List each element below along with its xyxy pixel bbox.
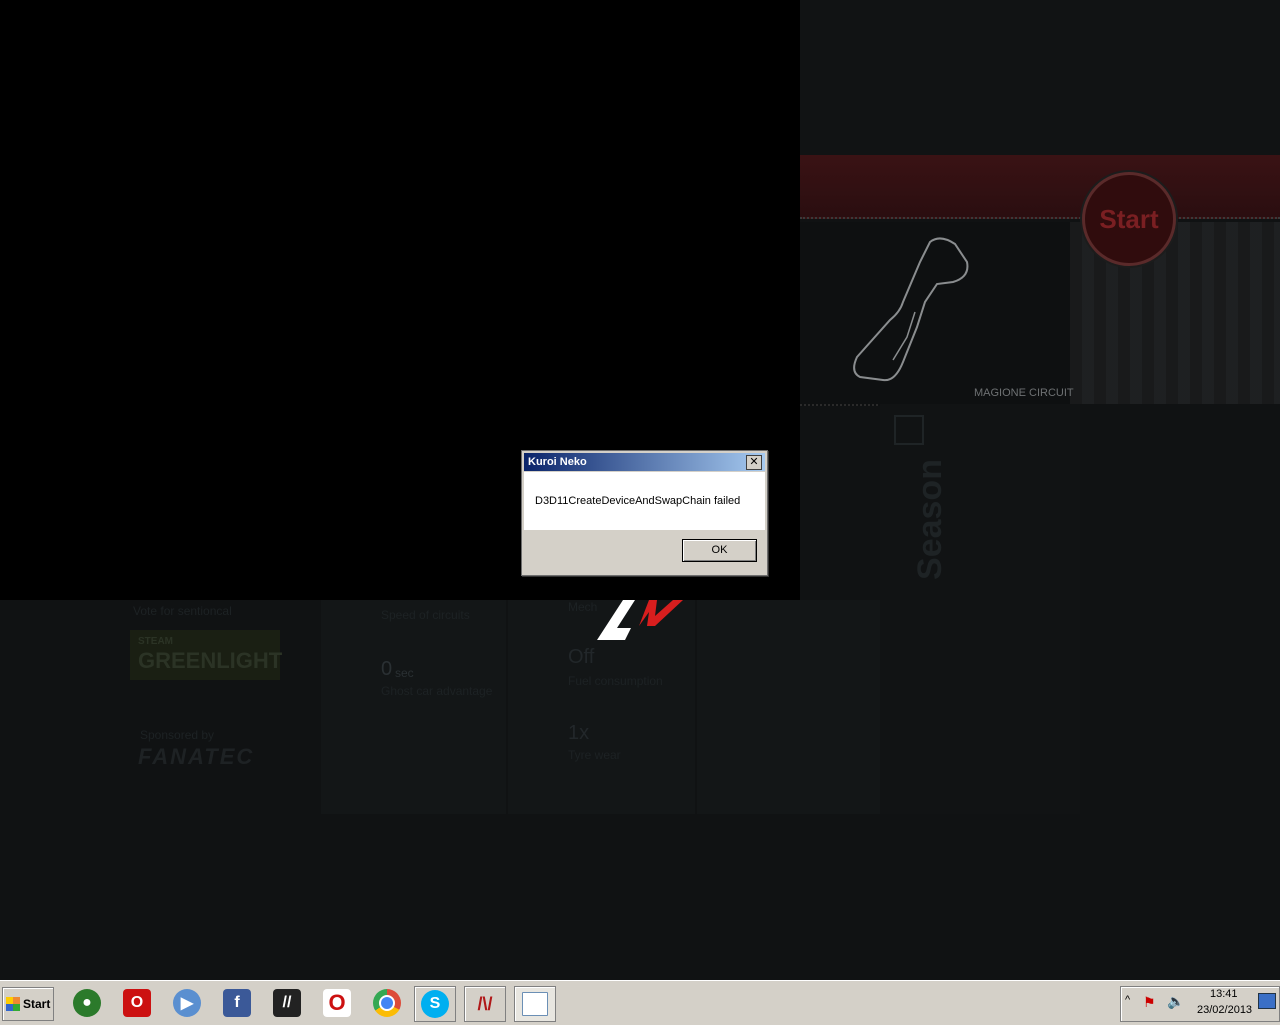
speed-label: Speed of circuits — [381, 608, 470, 622]
settings-tile-right — [697, 600, 880, 814]
clock-time[interactable]: 13:41 — [1210, 988, 1238, 1000]
start-label: Start — [23, 997, 51, 1011]
dialog-title: Kuroi Neko — [528, 456, 587, 468]
start-label: Start — [1099, 203, 1159, 234]
sponsored-text: Sponsored by — [140, 728, 215, 742]
track-map — [853, 237, 969, 382]
fanatec-logo: FANATEC — [138, 744, 255, 769]
taskbar-app-media-player[interactable]: ▶ — [167, 986, 207, 1020]
app-icon: // — [273, 989, 301, 1017]
vote-text: Vote for sentioncal — [133, 604, 232, 618]
skype-icon: S — [421, 990, 449, 1018]
taskbar-app-skype[interactable]: S — [414, 986, 456, 1022]
taskbar-app-opera-1[interactable]: O — [117, 986, 157, 1020]
windows-logo-icon — [6, 997, 20, 1011]
taskbar-app-chrome[interactable] — [367, 986, 407, 1020]
taskbar-app-opera-2[interactable]: O — [317, 986, 357, 1020]
taskbar: Start ● O ▶ f // O S /\/ — [0, 980, 1280, 1025]
show-hidden-icons-icon[interactable]: ^ — [1125, 994, 1130, 1006]
fuel-label: Fuel consumption — [568, 674, 663, 688]
opera-icon: O — [123, 989, 151, 1017]
clock-date[interactable]: 23/02/2013 — [1197, 1004, 1252, 1016]
taskbar-app-window[interactable] — [514, 986, 556, 1022]
tyre-label: Tyre wear — [568, 748, 621, 762]
close-icon: ✕ — [749, 456, 759, 468]
assetto-corsa-icon: /\/ — [477, 993, 493, 1014]
taskbar-app-assetto-corsa[interactable]: /\/ — [464, 986, 506, 1022]
start-race-button[interactable]: Start — [1082, 172, 1176, 266]
greenlight-label: GREENLIGHT — [138, 648, 283, 673]
window-icon — [522, 992, 548, 1016]
season-label: Season — [910, 459, 949, 580]
assetto-corsa-logo — [597, 600, 683, 640]
mech-label: Mech — [568, 600, 598, 614]
ghost-value: 0 — [381, 658, 393, 680]
steam-greenlight-banner[interactable]: STEAM GREENLIGHT — [130, 630, 283, 680]
close-button[interactable]: ✕ — [746, 455, 762, 470]
dialog-body: D3D11CreateDeviceAndSwapChain failed — [524, 472, 765, 530]
media-player-icon: ▶ — [173, 989, 201, 1017]
fuel-value: Off — [568, 646, 595, 668]
volume-icon[interactable]: 🔈 — [1167, 993, 1184, 1010]
track-name: MAGIONE CIRCUIT — [974, 387, 1074, 399]
show-desktop-button[interactable] — [1258, 993, 1276, 1009]
header-area — [800, 0, 1280, 155]
ok-button[interactable]: OK — [682, 539, 757, 562]
tyre-value: 1x — [568, 722, 590, 744]
taskbar-app-obs[interactable]: ● — [67, 986, 107, 1020]
settings-tile-left: Speed of circuits 0 sec Ghost car advant… — [321, 600, 506, 814]
opera-icon: O — [323, 989, 351, 1017]
error-message: D3D11CreateDeviceAndSwapChain failed — [535, 495, 741, 507]
chrome-icon — [373, 989, 401, 1017]
greenlight-small: STEAM — [138, 636, 173, 647]
red-banner — [800, 155, 1280, 219]
calendar-icon — [894, 415, 924, 445]
error-dialog: Kuroi Neko ✕ D3D11CreateDeviceAndSwapCha… — [521, 450, 768, 576]
action-center-flag-icon[interactable]: ⚑ — [1143, 994, 1156, 1011]
ghost-unit: sec — [395, 666, 414, 680]
start-button[interactable]: Start — [2, 987, 54, 1021]
dialog-titlebar[interactable]: Kuroi Neko ✕ — [524, 453, 765, 471]
ghost-label: Ghost car advantage — [381, 684, 493, 698]
facebook-icon: f — [223, 989, 251, 1017]
obs-icon: ● — [73, 989, 101, 1017]
taskbar-app-unknown[interactable]: // — [267, 986, 307, 1020]
taskbar-app-facebook[interactable]: f — [217, 986, 257, 1020]
